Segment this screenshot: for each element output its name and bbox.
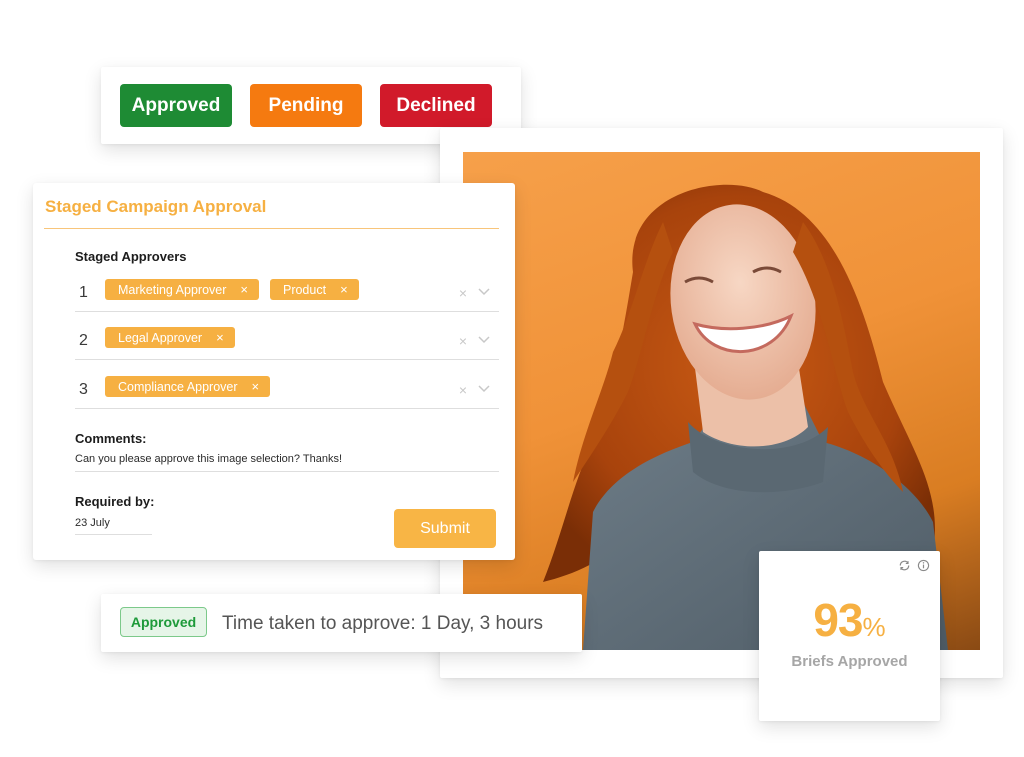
approver-chip[interactable]: Compliance Approver × bbox=[105, 376, 271, 397]
remove-chip-icon[interactable]: × bbox=[240, 282, 248, 297]
remove-chip-icon[interactable]: × bbox=[216, 330, 224, 345]
clear-icon[interactable]: × bbox=[459, 285, 467, 301]
approver-chip[interactable]: Product × bbox=[269, 279, 359, 300]
metric-unit: % bbox=[862, 612, 886, 642]
stage-number: 1 bbox=[79, 284, 88, 301]
chip-label: Product bbox=[282, 282, 327, 297]
metric-label: Briefs Approved bbox=[791, 653, 908, 670]
chevron-down-icon[interactable] bbox=[477, 284, 491, 298]
chevron-down-icon[interactable] bbox=[477, 381, 491, 395]
required-by-label: Required by: bbox=[75, 494, 155, 509]
staged-approvers-label: Staged Approvers bbox=[75, 249, 187, 264]
approver-chip[interactable]: Legal Approver × bbox=[105, 327, 235, 348]
refresh-icon[interactable] bbox=[898, 559, 911, 572]
form-title: Staged Campaign Approval bbox=[45, 197, 267, 216]
clear-icon[interactable]: × bbox=[459, 333, 467, 349]
approved-status-badge: Approved bbox=[120, 607, 207, 637]
stage-row-2[interactable]: 2 Legal Approver × × bbox=[75, 325, 499, 360]
metric-number: 93 bbox=[813, 594, 863, 646]
staged-approval-form: Staged Campaign Approval Staged Approver… bbox=[33, 183, 515, 560]
info-icon[interactable] bbox=[917, 559, 930, 572]
comments-input[interactable]: Can you please approve this image select… bbox=[75, 453, 499, 472]
clear-icon[interactable]: × bbox=[459, 382, 467, 398]
pending-button[interactable]: Pending bbox=[250, 84, 362, 127]
chip-label: Marketing Approver bbox=[118, 282, 227, 297]
approved-button[interactable]: Approved bbox=[120, 84, 232, 127]
briefs-approved-metric-card: 93% Briefs Approved bbox=[759, 551, 940, 721]
approval-time-card: Approved Time taken to approve: 1 Day, 3… bbox=[101, 594, 582, 652]
chip-label: Compliance Approver bbox=[118, 379, 238, 394]
remove-chip-icon[interactable]: × bbox=[340, 282, 348, 297]
title-divider bbox=[44, 228, 499, 229]
stage-row-3[interactable]: 3 Compliance Approver × × bbox=[75, 374, 499, 409]
stage-number: 2 bbox=[79, 332, 88, 349]
required-by-input[interactable]: 23 July bbox=[75, 517, 152, 535]
stage-row-1[interactable]: 1 Marketing Approver × Product × × bbox=[75, 277, 499, 312]
stage-number: 3 bbox=[79, 381, 88, 398]
remove-chip-icon[interactable]: × bbox=[252, 379, 260, 394]
metric-value: 93% bbox=[759, 593, 940, 647]
submit-button[interactable]: Submit bbox=[394, 509, 496, 548]
chevron-down-icon[interactable] bbox=[477, 332, 491, 346]
comments-label: Comments: bbox=[75, 431, 147, 446]
time-taken-text: Time taken to approve: 1 Day, 3 hours bbox=[222, 613, 544, 634]
declined-button[interactable]: Declined bbox=[380, 84, 492, 127]
approver-chip[interactable]: Marketing Approver × bbox=[105, 279, 259, 300]
chip-label: Legal Approver bbox=[118, 330, 203, 345]
